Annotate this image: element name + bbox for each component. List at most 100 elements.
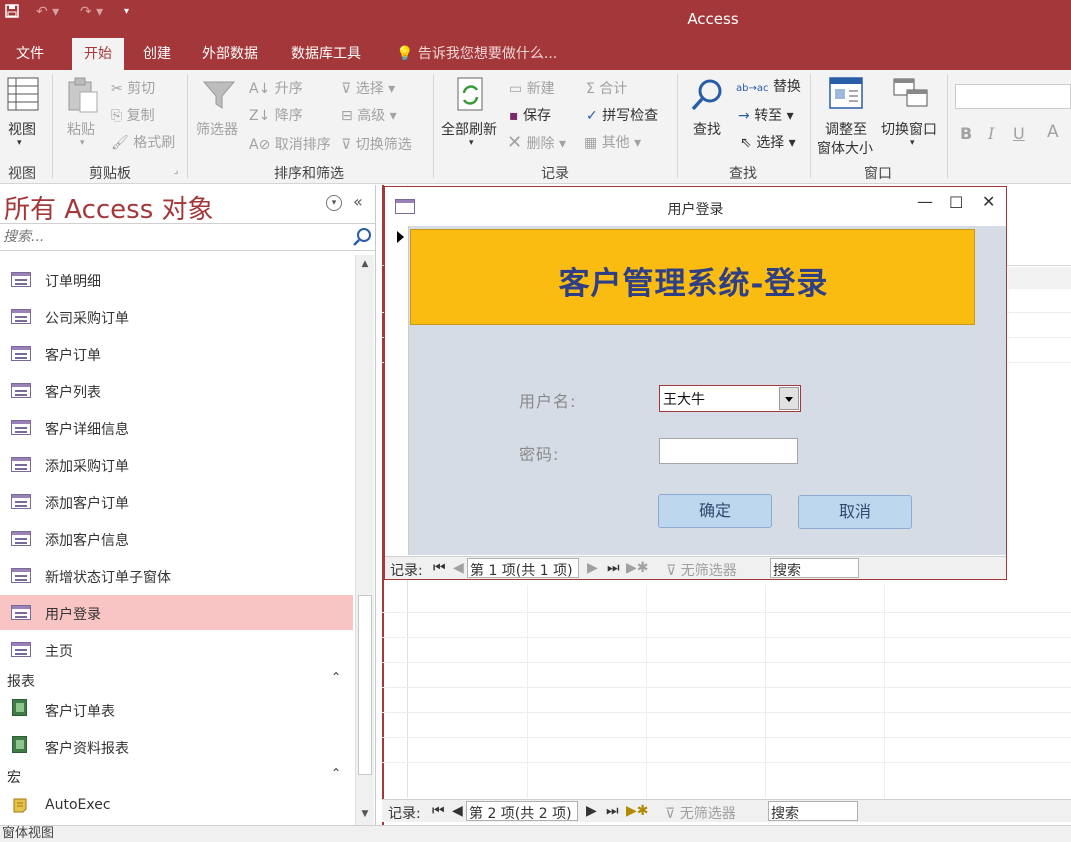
advanced-button[interactable]: ⊟ 高级 ▾ bbox=[341, 105, 397, 125]
select-button[interactable]: ⇖ 选择 ▾ bbox=[740, 132, 796, 152]
paste-button[interactable]: 粘贴 bbox=[67, 119, 95, 139]
tab-database-tools[interactable]: 数据库工具 bbox=[279, 38, 373, 70]
scroll-down-icon[interactable]: ▼ bbox=[356, 805, 374, 823]
new-record-button[interactable]: ▭ 新建 bbox=[509, 78, 555, 98]
sort-descending-button[interactable]: Z↓ 降序 bbox=[249, 105, 303, 125]
copy-button[interactable]: ⎘ 复制 bbox=[111, 105, 155, 125]
font-color-button[interactable]: A bbox=[1047, 122, 1059, 142]
nav-form-item[interactable]: 主页 bbox=[0, 632, 353, 667]
search-icon[interactable] bbox=[352, 227, 372, 251]
refresh-all-button[interactable]: 全部刷新 bbox=[441, 119, 497, 139]
replace-button[interactable]: ab→ac 替换 bbox=[736, 76, 801, 96]
nav-form-item-selected[interactable]: 用户登录 bbox=[0, 595, 353, 630]
cancel-button[interactable]: 取消 bbox=[798, 495, 912, 529]
toggle-filter-button[interactable]: ⊽ 切换筛选 bbox=[341, 134, 412, 154]
find-button[interactable]: 查找 bbox=[693, 119, 721, 139]
selection-button[interactable]: ⊽ 选择 ▾ bbox=[341, 78, 395, 98]
nav-search-input[interactable] bbox=[0, 224, 340, 250]
tell-me-box[interactable]: 💡 告诉我您想要做什么... bbox=[384, 38, 569, 70]
last-record-icon[interactable]: ⏭ bbox=[607, 560, 620, 576]
size-to-fit-icon[interactable] bbox=[829, 77, 863, 113]
nav-form-item[interactable]: 公司采购订单 bbox=[0, 299, 353, 334]
prev-record-icon[interactable]: ◀ bbox=[452, 803, 463, 819]
switch-dropdown-icon[interactable]: ▾ bbox=[910, 138, 915, 148]
sort-ascending-button[interactable]: A↓ 升序 bbox=[249, 78, 303, 98]
delete-record-button[interactable]: ✕ 删除 ▾ bbox=[507, 132, 566, 153]
nav-form-item[interactable]: 添加采购订单 bbox=[0, 447, 353, 482]
nav-form-item[interactable]: 客户订单 bbox=[0, 336, 353, 371]
next-record-icon[interactable]: ▶ bbox=[587, 560, 598, 576]
scroll-up-icon[interactable]: ▲ bbox=[356, 255, 374, 273]
underline-button[interactable]: U bbox=[1013, 124, 1025, 143]
nav-form-item[interactable]: 客户列表 bbox=[0, 373, 353, 408]
magnifier-icon[interactable] bbox=[690, 78, 724, 116]
goto-button[interactable]: → 转至 ▾ bbox=[738, 105, 794, 125]
clear-sort-button[interactable]: A⊘ 取消排序 bbox=[249, 134, 331, 154]
no-filter-indicator[interactable]: ⊽ 无筛选器 bbox=[665, 803, 736, 823]
collapse-chevron-icon[interactable]: ⌃ bbox=[331, 766, 341, 780]
tab-create[interactable]: 创建 bbox=[131, 38, 183, 70]
scrollbar-thumb[interactable] bbox=[358, 595, 372, 775]
nav-report-item[interactable]: 客户订单表 bbox=[0, 692, 353, 727]
nav-menu-dropdown-icon[interactable]: ▾ bbox=[326, 195, 342, 211]
nav-form-item[interactable]: 添加客户信息 bbox=[0, 521, 353, 556]
cut-button[interactable]: ✂ 剪切 bbox=[111, 78, 155, 98]
paste-dropdown-icon[interactable]: ▾ bbox=[80, 138, 85, 148]
record-position-box[interactable]: 第 1 项(共 1 项) bbox=[467, 558, 579, 579]
tab-external-data[interactable]: 外部数据 bbox=[190, 38, 270, 70]
next-record-icon[interactable]: ▶ bbox=[586, 803, 597, 819]
collapse-chevron-icon[interactable]: ⌃ bbox=[331, 670, 341, 684]
switch-windows-button[interactable]: 切换窗口 bbox=[881, 119, 937, 139]
nav-report-item[interactable]: 客户资料报表 bbox=[0, 729, 353, 764]
prev-record-icon[interactable]: ◀ bbox=[453, 560, 464, 576]
close-icon[interactable]: ✕ bbox=[982, 192, 995, 211]
save-record-button[interactable]: ▪ 保存 bbox=[509, 105, 551, 125]
password-input[interactable] bbox=[659, 438, 798, 464]
minimize-icon[interactable]: — bbox=[917, 192, 933, 211]
tab-home[interactable]: 开始 bbox=[72, 38, 124, 70]
nav-section-macros[interactable]: 宏 ⌃ bbox=[0, 763, 353, 789]
username-combobox[interactable]: 王大牛 bbox=[659, 385, 801, 412]
nav-form-item[interactable]: 新增状态订单子窗体 bbox=[0, 558, 353, 593]
nav-form-item[interactable]: 订单明细 bbox=[0, 262, 353, 297]
view-icon[interactable] bbox=[6, 76, 40, 116]
font-name-box[interactable] bbox=[955, 84, 1071, 109]
nav-form-item[interactable]: 客户详细信息 bbox=[0, 410, 353, 445]
dialog-launcher-icon[interactable]: ⌟ bbox=[174, 166, 178, 176]
refresh-dropdown-icon[interactable]: ▾ bbox=[469, 138, 474, 148]
size-to-fit-button-line1[interactable]: 调整至 bbox=[825, 119, 867, 139]
dropdown-arrow-icon[interactable] bbox=[779, 387, 799, 410]
nav-pane-title[interactable]: 所有 Access 对象 bbox=[4, 189, 214, 226]
last-record-icon[interactable]: ⏭ bbox=[606, 803, 619, 819]
paste-icon[interactable] bbox=[66, 76, 100, 118]
nav-scrollbar[interactable]: ▲ ▼ bbox=[355, 255, 374, 825]
new-record-icon[interactable]: ▶✱ bbox=[626, 803, 649, 819]
new-record-icon[interactable]: ▶✱ bbox=[626, 560, 649, 576]
format-painter-button[interactable]: 🖌 格式刷 bbox=[111, 132, 175, 152]
view-dropdown-icon[interactable]: ▾ bbox=[17, 138, 22, 148]
maximize-icon[interactable]: ☐ bbox=[949, 193, 963, 212]
ok-button[interactable]: 确定 bbox=[658, 494, 772, 528]
nav-section-reports[interactable]: 报表 ⌃ bbox=[0, 667, 353, 693]
switch-windows-icon[interactable] bbox=[893, 78, 929, 114]
size-to-fit-button-line2[interactable]: 窗体大小 bbox=[817, 138, 873, 158]
bold-button[interactable]: B bbox=[960, 124, 972, 143]
record-search-box[interactable]: 搜索 bbox=[768, 801, 858, 822]
first-record-icon[interactable]: ⏮ bbox=[433, 560, 446, 576]
refresh-all-icon[interactable] bbox=[455, 76, 487, 118]
record-position-box[interactable]: 第 2 项(共 2 项) bbox=[466, 801, 578, 822]
no-filter-indicator[interactable]: ⊽ 无筛选器 bbox=[666, 560, 737, 580]
filter-button[interactable]: 筛选器 bbox=[196, 119, 238, 139]
record-search-box[interactable]: 搜索 bbox=[770, 558, 859, 579]
first-record-icon[interactable]: ⏮ bbox=[432, 803, 445, 819]
view-button[interactable]: 视图 bbox=[8, 119, 36, 139]
filter-icon[interactable] bbox=[202, 78, 236, 116]
record-selector[interactable] bbox=[386, 226, 409, 555]
more-button[interactable]: ▦ 其他 ▾ bbox=[584, 132, 641, 152]
spelling-button[interactable]: ✓ 拼写检查 bbox=[586, 105, 658, 125]
nav-form-item[interactable]: 添加客户订单 bbox=[0, 484, 353, 519]
nav-macro-item[interactable]: AutoExec bbox=[0, 788, 353, 823]
tab-file[interactable]: 文件 bbox=[4, 38, 56, 70]
italic-button[interactable]: I bbox=[988, 124, 994, 143]
totals-button[interactable]: Σ 合计 bbox=[586, 78, 627, 98]
